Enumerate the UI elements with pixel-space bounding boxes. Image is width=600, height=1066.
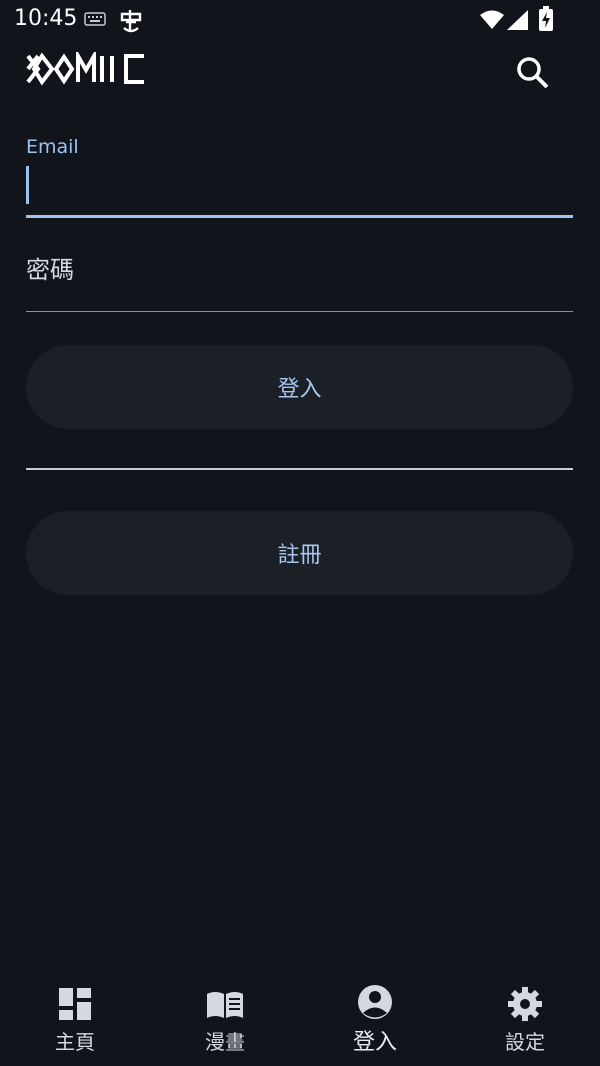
register-button[interactable]: 註冊 (26, 511, 573, 595)
email-underline (26, 215, 573, 218)
divider (26, 468, 573, 470)
email-label: Email (26, 136, 79, 158)
nav-item-home[interactable]: 主頁 (0, 966, 150, 1066)
email-field[interactable]: Email (26, 130, 573, 218)
komiic-logo (26, 52, 144, 86)
nav-label-settings: 設定 (505, 1030, 545, 1054)
status-bar: 10:45 (0, 0, 600, 40)
nav-label-login: 登入 (352, 1030, 397, 1055)
keyboard-icon (84, 12, 106, 26)
battery-charging-icon (539, 6, 553, 31)
nav-item-settings[interactable]: 設定 (450, 966, 600, 1066)
wifi-icon (480, 10, 504, 29)
nav-label-comics: 漫畫 (205, 1030, 245, 1054)
bottom-navigation: 主頁 漫畫 登入 設定 (0, 966, 600, 1066)
nav-item-login[interactable]: 登入 (300, 966, 450, 1066)
login-button[interactable]: 登入 (26, 345, 573, 429)
debug-icon (120, 10, 142, 33)
status-time: 10:45 (14, 6, 78, 31)
password-label: 密碼 (26, 256, 74, 284)
search-icon[interactable] (512, 52, 552, 92)
signal-icon (507, 10, 528, 30)
gear-icon (508, 987, 542, 1021)
account-circle-icon (358, 985, 392, 1019)
email-input[interactable] (26, 166, 573, 206)
app-bar (0, 40, 600, 100)
nav-item-comics[interactable]: 漫畫 (150, 966, 300, 1066)
password-underline (26, 311, 573, 312)
book-icon (207, 992, 243, 1018)
password-field[interactable]: 密碼 (26, 236, 573, 312)
nav-label-home: 主頁 (55, 1030, 95, 1054)
dashboard-icon (59, 988, 91, 1020)
